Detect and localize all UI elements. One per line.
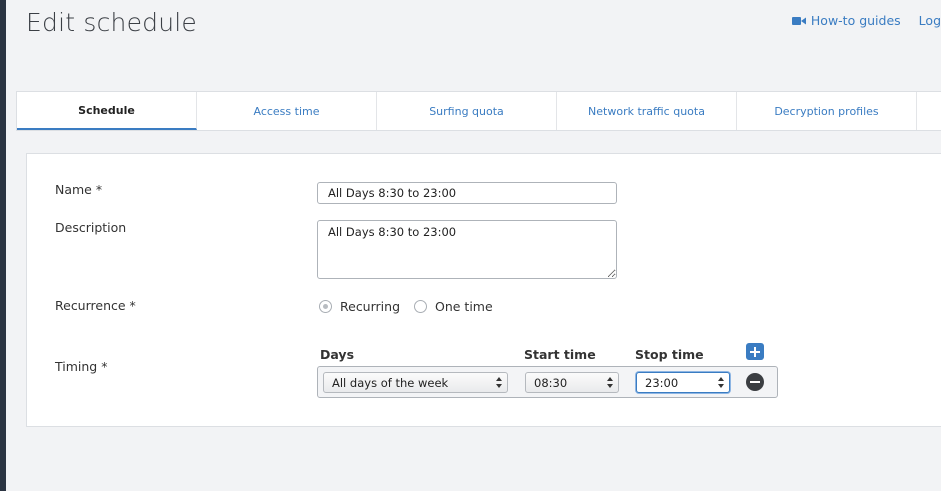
- tab-bar: Schedule Access time Surfing quota Netwo…: [16, 91, 941, 131]
- add-timing-button[interactable]: [746, 343, 764, 360]
- start-time-column-header: Start time: [524, 347, 596, 362]
- left-sidebar-strip: [0, 0, 6, 491]
- one-time-radio[interactable]: [414, 300, 427, 313]
- video-camera-icon: [791, 16, 806, 25]
- page-title: Edit schedule: [26, 8, 197, 37]
- how-to-guides-link[interactable]: How-to guides: [791, 13, 901, 28]
- select-arrows-icon: [718, 377, 724, 388]
- how-to-guides-label: How-to guides: [810, 13, 901, 28]
- one-time-label: One time: [435, 299, 493, 314]
- recurring-label: Recurring: [340, 299, 400, 314]
- description-textarea[interactable]: All Days 8:30 to 23:00: [317, 220, 617, 279]
- timing-row: All days of the week 08:30 23:00: [317, 366, 778, 398]
- schedule-form-panel: Name * Description All Days 8:30 to 23:0…: [26, 153, 941, 427]
- name-input[interactable]: [317, 182, 617, 204]
- recurring-radio[interactable]: [319, 300, 332, 313]
- header-links: How-to guides Log: [791, 13, 941, 28]
- stop-time-column-header: Stop time: [635, 347, 704, 362]
- remove-timing-button[interactable]: [746, 373, 764, 391]
- select-arrows-icon: [496, 377, 502, 388]
- log-link[interactable]: Log: [919, 13, 941, 28]
- timing-label: Timing *: [55, 359, 108, 374]
- tab-surfing-quota[interactable]: Surfing quota: [377, 92, 557, 130]
- stop-time-select[interactable]: 23:00: [636, 372, 730, 393]
- tab-network-traffic-quota[interactable]: Network traffic quota: [557, 92, 737, 130]
- start-time-value: 08:30: [534, 375, 568, 390]
- days-select[interactable]: All days of the week: [323, 372, 508, 393]
- recurring-option[interactable]: Recurring: [319, 299, 400, 314]
- tab-access-time[interactable]: Access time: [197, 92, 377, 130]
- select-arrows-icon: [607, 377, 613, 388]
- description-label: Description: [55, 220, 127, 235]
- recurrence-label: Recurrence *: [55, 298, 136, 313]
- days-select-value: All days of the week: [332, 375, 449, 390]
- stop-time-value: 23:00: [645, 375, 679, 390]
- start-time-select[interactable]: 08:30: [525, 372, 619, 393]
- tab-schedule[interactable]: Schedule: [17, 92, 197, 130]
- one-time-option[interactable]: One time: [414, 299, 493, 314]
- name-label: Name *: [55, 182, 103, 197]
- tab-decryption-profiles[interactable]: Decryption profiles: [737, 92, 917, 130]
- days-column-header: Days: [320, 347, 355, 362]
